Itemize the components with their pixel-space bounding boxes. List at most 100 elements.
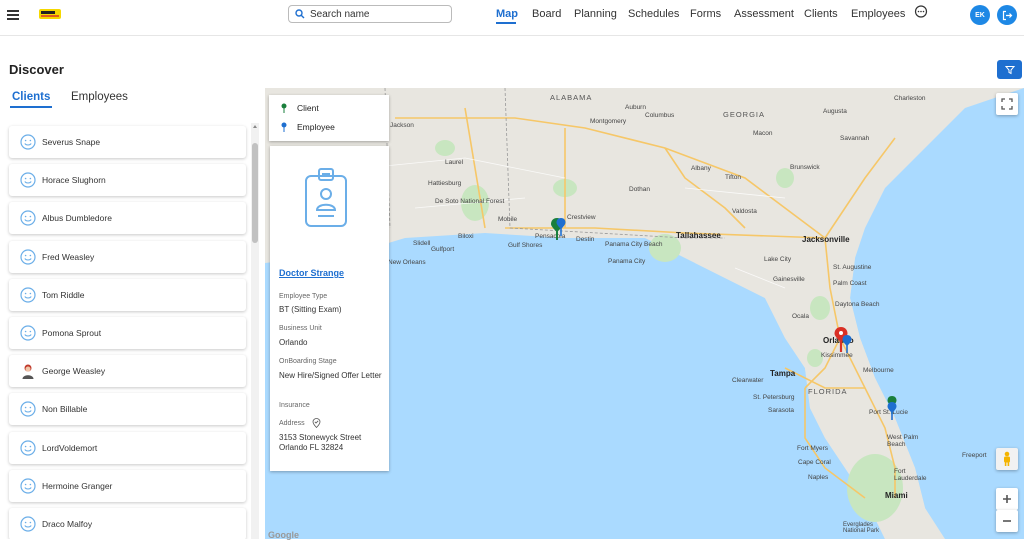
logout-icon bbox=[1002, 10, 1012, 20]
map-label-city: Ocala bbox=[792, 313, 809, 320]
scroll-up-arrow[interactable] bbox=[253, 125, 257, 128]
map-label-city: Melbourne bbox=[863, 367, 894, 374]
employee-pin-icon bbox=[281, 122, 287, 132]
search-box[interactable] bbox=[288, 5, 452, 23]
map-label-city: Daytona Beach bbox=[835, 301, 880, 308]
client-list-item[interactable]: Hermoine Granger bbox=[9, 469, 246, 502]
client-name: George Weasley bbox=[42, 366, 106, 377]
zoom-out-button[interactable] bbox=[996, 510, 1018, 532]
employee-map-pin[interactable] bbox=[841, 334, 853, 354]
list-scrollbar[interactable] bbox=[251, 123, 259, 539]
minus-icon bbox=[1003, 520, 1011, 522]
smiley-icon bbox=[20, 325, 36, 341]
client-name: Severus Snape bbox=[42, 137, 101, 147]
map-label-city: St. Petersburg bbox=[753, 394, 795, 401]
client-name: Non Billable bbox=[42, 404, 88, 415]
search-input[interactable] bbox=[310, 8, 430, 20]
map-label-city: Tallahassee bbox=[676, 231, 721, 240]
map-label-city: Albany bbox=[691, 165, 711, 172]
map-label-city: Gainesville bbox=[773, 276, 805, 283]
street-view-button[interactable] bbox=[996, 448, 1018, 470]
client-name: Pomona Sprout bbox=[42, 328, 102, 338]
client-list-item[interactable]: Severus Snape bbox=[9, 126, 246, 158]
client-name: Hermoine Granger bbox=[42, 480, 113, 491]
nav-schedules[interactable]: Schedules bbox=[628, 8, 679, 20]
employee-map-pin[interactable] bbox=[555, 217, 567, 237]
smiley-icon bbox=[20, 248, 36, 265]
user-avatar[interactable]: EK bbox=[970, 5, 990, 25]
map-label-city: Valdosta bbox=[732, 208, 757, 215]
fullscreen-icon bbox=[1001, 98, 1013, 110]
client-list-item[interactable]: Fred Weasley bbox=[9, 240, 246, 273]
map-label-city: Panama City Beach bbox=[605, 241, 663, 248]
tab-clients[interactable]: Clients bbox=[12, 91, 50, 103]
map-label-city: New Orleans bbox=[388, 259, 426, 266]
tab-employees[interactable]: Employees bbox=[71, 91, 128, 103]
map-label-city: Jacksonville bbox=[802, 235, 850, 244]
legend-employee-label: Employee bbox=[297, 122, 335, 132]
employee-info-card: Doctor Strange Employee Type BT (Sitting… bbox=[270, 146, 389, 471]
client-list-item[interactable]: George Weasley bbox=[9, 355, 246, 388]
map-label-city: Charleston bbox=[894, 95, 926, 102]
map-label-city: Brunswick bbox=[790, 164, 820, 171]
client-name: LordVoldemort bbox=[42, 442, 98, 453]
logout-button[interactable] bbox=[997, 5, 1017, 25]
client-list-item[interactable]: Tom Riddle bbox=[9, 278, 246, 311]
fullscreen-button[interactable] bbox=[996, 93, 1018, 115]
client-list-item[interactable]: Non Billable bbox=[9, 393, 246, 426]
map-label-city: Laurel bbox=[445, 159, 464, 166]
nav-board[interactable]: Board bbox=[532, 8, 561, 20]
map-label-city: Mobile bbox=[498, 216, 518, 223]
filter-button[interactable] bbox=[997, 60, 1022, 79]
nav-planning[interactable]: Planning bbox=[574, 8, 617, 20]
zoom-in-button[interactable] bbox=[996, 488, 1018, 510]
map-label-city: Gulfport bbox=[431, 246, 455, 253]
filter-icon bbox=[1004, 65, 1015, 74]
plus-icon bbox=[1003, 495, 1011, 503]
onboarding-stage-label: OnBoarding Stage bbox=[279, 358, 337, 365]
map-label-city: Palm Coast bbox=[833, 280, 867, 287]
map-label-city: Savannah bbox=[840, 135, 870, 142]
location-check-icon[interactable] bbox=[312, 418, 321, 428]
map-label-city: Montgomery bbox=[590, 118, 627, 125]
client-list-item[interactable]: LordVoldemort bbox=[9, 431, 246, 464]
map-label-city: Naples bbox=[808, 474, 829, 481]
map-label-city: Sarasota bbox=[768, 407, 795, 414]
client-list-item[interactable]: Draco Malfoy bbox=[9, 508, 246, 539]
smiley-icon bbox=[20, 516, 36, 532]
address-value: 3153 Stonewyck Street Orlando FL 32824 bbox=[279, 433, 362, 452]
map-label-city: Jackson bbox=[390, 122, 414, 129]
map-label-city: Macon bbox=[753, 130, 773, 137]
scrollbar-thumb[interactable] bbox=[252, 143, 258, 243]
address-label: Address bbox=[279, 420, 305, 427]
smiley-icon bbox=[20, 401, 36, 417]
map-label-city: Tifton bbox=[725, 174, 742, 181]
employee-type-value: BT (Sitting Exam) bbox=[279, 305, 342, 314]
menu-icon[interactable] bbox=[7, 10, 19, 20]
onboarding-stage-value: New Hire/Signed Offer Letter bbox=[279, 371, 382, 380]
map-label-city: Crestview bbox=[567, 214, 596, 221]
map-label-city: Panama City bbox=[608, 258, 646, 265]
map-label-city: Slidell bbox=[413, 240, 431, 247]
map-label-state: FLORIDA bbox=[808, 387, 848, 396]
nav-map[interactable]: Map bbox=[496, 8, 518, 20]
map-label-city: St. Augustine bbox=[833, 264, 872, 271]
nav-active-underline bbox=[496, 22, 516, 24]
map-label-city: Lake City bbox=[764, 256, 792, 263]
smiley-icon bbox=[20, 172, 36, 188]
nav-clients[interactable]: Clients bbox=[804, 8, 838, 20]
chat-icon[interactable] bbox=[914, 5, 928, 19]
map-label-city: Auburn bbox=[625, 104, 646, 111]
nav-assessment[interactable]: Assessment bbox=[734, 8, 794, 20]
client-name: Tom Riddle bbox=[42, 289, 85, 300]
client-list-item[interactable]: Albus Dumbledore bbox=[9, 202, 246, 235]
employee-name-link[interactable]: Doctor Strange bbox=[279, 268, 344, 278]
map-label-city: Tampa bbox=[770, 369, 796, 378]
employee-map-pin[interactable] bbox=[886, 401, 898, 421]
nav-employees[interactable]: Employees bbox=[851, 8, 905, 20]
map-label-state: ALABAMA bbox=[550, 93, 593, 102]
nav-forms[interactable]: Forms bbox=[690, 8, 721, 20]
client-list-item[interactable]: Pomona Sprout bbox=[9, 317, 246, 349]
client-list-item[interactable]: Horace Slughorn bbox=[9, 164, 246, 197]
map-label-city: Clearwater bbox=[732, 377, 764, 384]
